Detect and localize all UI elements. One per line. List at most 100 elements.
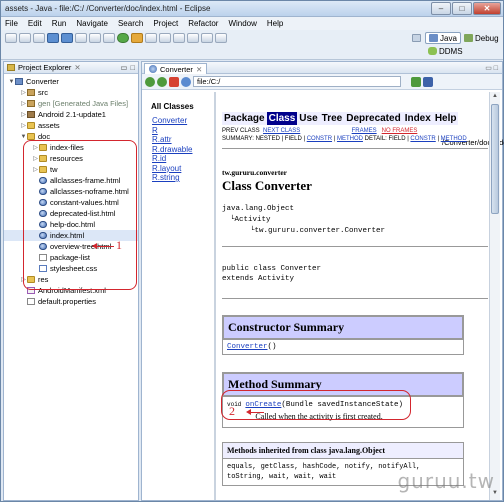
class-link-r-drawable[interactable]: R.drawable (152, 145, 211, 155)
perspective-java[interactable]: Java (425, 32, 461, 44)
new-icon[interactable] (5, 33, 17, 43)
constructor-link[interactable]: Converter (227, 343, 268, 351)
tree-item[interactable]: ▷ src (4, 87, 138, 98)
collapsed-arrow-icon[interactable]: ▷ (20, 89, 27, 96)
collapsed-arrow-icon[interactable]: ▷ (32, 155, 39, 162)
go-button[interactable] (411, 76, 421, 87)
collapsed-arrow-icon[interactable]: ▷ (32, 144, 39, 151)
editor-tab-converter[interactable]: Converter ✕ (144, 63, 208, 74)
menu-help[interactable]: Help (267, 19, 283, 28)
new-java-class-icon[interactable] (145, 33, 157, 43)
editor-min-max-icon[interactable]: ▭ □ (485, 64, 498, 72)
external-tools-icon[interactable] (131, 33, 143, 43)
project-explorer-title[interactable]: Project Explorer (18, 63, 71, 72)
nav-deprecated[interactable]: Deprecated (344, 112, 403, 125)
menu-edit[interactable]: Edit (28, 19, 42, 28)
detail-constr-link[interactable]: CONSTR (410, 136, 435, 142)
tree-item[interactable]: help-doc.html (4, 219, 138, 230)
tab-close-icon[interactable]: ✕ (196, 65, 202, 74)
tree-item[interactable]: AndroidManifest.xml (4, 285, 138, 296)
url-input[interactable] (193, 76, 401, 87)
tree-item[interactable]: allclasses-frame.html (4, 175, 138, 186)
vertical-scrollbar[interactable]: ▲ ▼ (489, 92, 500, 500)
collapsed-arrow-icon[interactable]: ▷ (20, 276, 27, 283)
run-icon[interactable] (117, 33, 129, 43)
close-button[interactable]: ✕ (473, 2, 501, 15)
nav-help[interactable]: Help (432, 112, 459, 125)
nav-use[interactable]: Use (297, 112, 320, 125)
tree-item[interactable]: ▷ assets (4, 120, 138, 131)
minimize-view-icon[interactable]: ▭ (120, 63, 127, 72)
open-type-icon[interactable] (159, 33, 171, 43)
minimize-button[interactable]: – (431, 2, 451, 15)
refresh-icon[interactable] (181, 76, 191, 87)
tree-item[interactable]: package-list (4, 252, 138, 263)
print-icon[interactable] (33, 33, 45, 43)
perspective-ddms[interactable]: DDMS (425, 45, 466, 57)
tree-item[interactable]: ▷ tw (4, 164, 138, 175)
menu-project[interactable]: Project (153, 19, 178, 28)
collapsed-arrow-icon[interactable]: ▷ (20, 122, 27, 129)
detail-method-link[interactable]: METHOD (441, 136, 467, 142)
back-arrow-icon[interactable] (145, 76, 155, 87)
view-close-icon[interactable]: ✕ (74, 63, 80, 72)
nav-index[interactable]: Index (402, 112, 433, 125)
expanded-arrow-icon[interactable]: ▼ (8, 79, 15, 85)
tree-item[interactable]: ▼ doc (4, 131, 138, 142)
menu-window[interactable]: Window (228, 19, 256, 28)
nav-tree[interactable]: Tree (319, 112, 345, 125)
perspective-debug[interactable]: Debug (461, 32, 502, 44)
maximize-button[interactable]: □ (452, 2, 472, 15)
tree-item[interactable]: constant-values.html (4, 197, 138, 208)
collapsed-arrow-icon[interactable]: ▷ (20, 111, 27, 118)
next-class-link[interactable]: NEXT CLASS (263, 128, 300, 134)
collapsed-arrow-icon[interactable]: ▷ (20, 100, 27, 107)
forward-icon[interactable] (215, 33, 227, 43)
external-browser-icon[interactable] (423, 76, 433, 87)
back-icon[interactable] (201, 33, 213, 43)
expanded-arrow-icon[interactable]: ▼ (20, 134, 27, 140)
no-frames-link[interactable]: NO FRAMES (382, 128, 418, 134)
tree-item[interactable]: ▷ Android 2.1-update1 (4, 109, 138, 120)
collapsed-arrow-icon[interactable]: ▷ (32, 166, 39, 173)
next-annotation-icon[interactable] (187, 33, 199, 43)
scroll-up-icon[interactable]: ▲ (491, 93, 499, 102)
menu-run[interactable]: Run (52, 19, 67, 28)
class-link-r-layout[interactable]: R.layout (152, 164, 211, 174)
forward-arrow-icon[interactable] (157, 76, 167, 87)
summary-constr-link[interactable]: CONSTR (307, 136, 332, 142)
search-icon[interactable] (173, 33, 185, 43)
menu-search[interactable]: Search (118, 19, 143, 28)
tree-item[interactable]: default.properties (4, 296, 138, 307)
open-perspective-button[interactable] (409, 32, 424, 44)
stop-icon[interactable] (169, 76, 179, 87)
class-link-r-string[interactable]: R.string (152, 173, 211, 183)
maximize-view-icon[interactable]: □ (130, 63, 135, 72)
class-link-r-attr[interactable]: R.attr (152, 135, 211, 145)
android-avd-icon[interactable] (61, 33, 73, 43)
scrollbar-thumb[interactable] (491, 104, 499, 214)
android-sdk-icon[interactable] (47, 33, 59, 43)
tree-item[interactable]: ▷ index-files (4, 142, 138, 153)
frames-link[interactable]: FRAMES (352, 128, 377, 134)
nav-package[interactable]: Package (222, 112, 267, 125)
tree-item[interactable]: allclasses-noframe.html (4, 186, 138, 197)
tree-item[interactable]: ▼ Converter (4, 76, 138, 87)
menu-navigate[interactable]: Navigate (76, 19, 108, 28)
tree-item[interactable]: stylesheet.css (4, 263, 138, 274)
class-link-converter[interactable]: Converter (152, 116, 211, 126)
method-link-oncreate[interactable]: onCreate (245, 401, 281, 409)
debug-icon[interactable] (103, 33, 115, 43)
tree-item[interactable]: deprecated-list.html (4, 208, 138, 219)
new-android-project-icon[interactable] (75, 33, 87, 43)
tree-item[interactable]: ▷ resources (4, 153, 138, 164)
menu-refactor[interactable]: Refactor (188, 19, 218, 28)
new-android-xml-icon[interactable] (89, 33, 101, 43)
frame-splitter[interactable] (214, 92, 216, 500)
class-link-r-id[interactable]: R.id (152, 154, 211, 164)
menu-file[interactable]: File (5, 19, 18, 28)
summary-method-link[interactable]: METHOD (337, 136, 363, 142)
save-icon[interactable] (19, 33, 31, 43)
tree-item[interactable]: ▷ res (4, 274, 138, 285)
tree-item[interactable]: ▷ gen [Generated Java Files] (4, 98, 138, 109)
